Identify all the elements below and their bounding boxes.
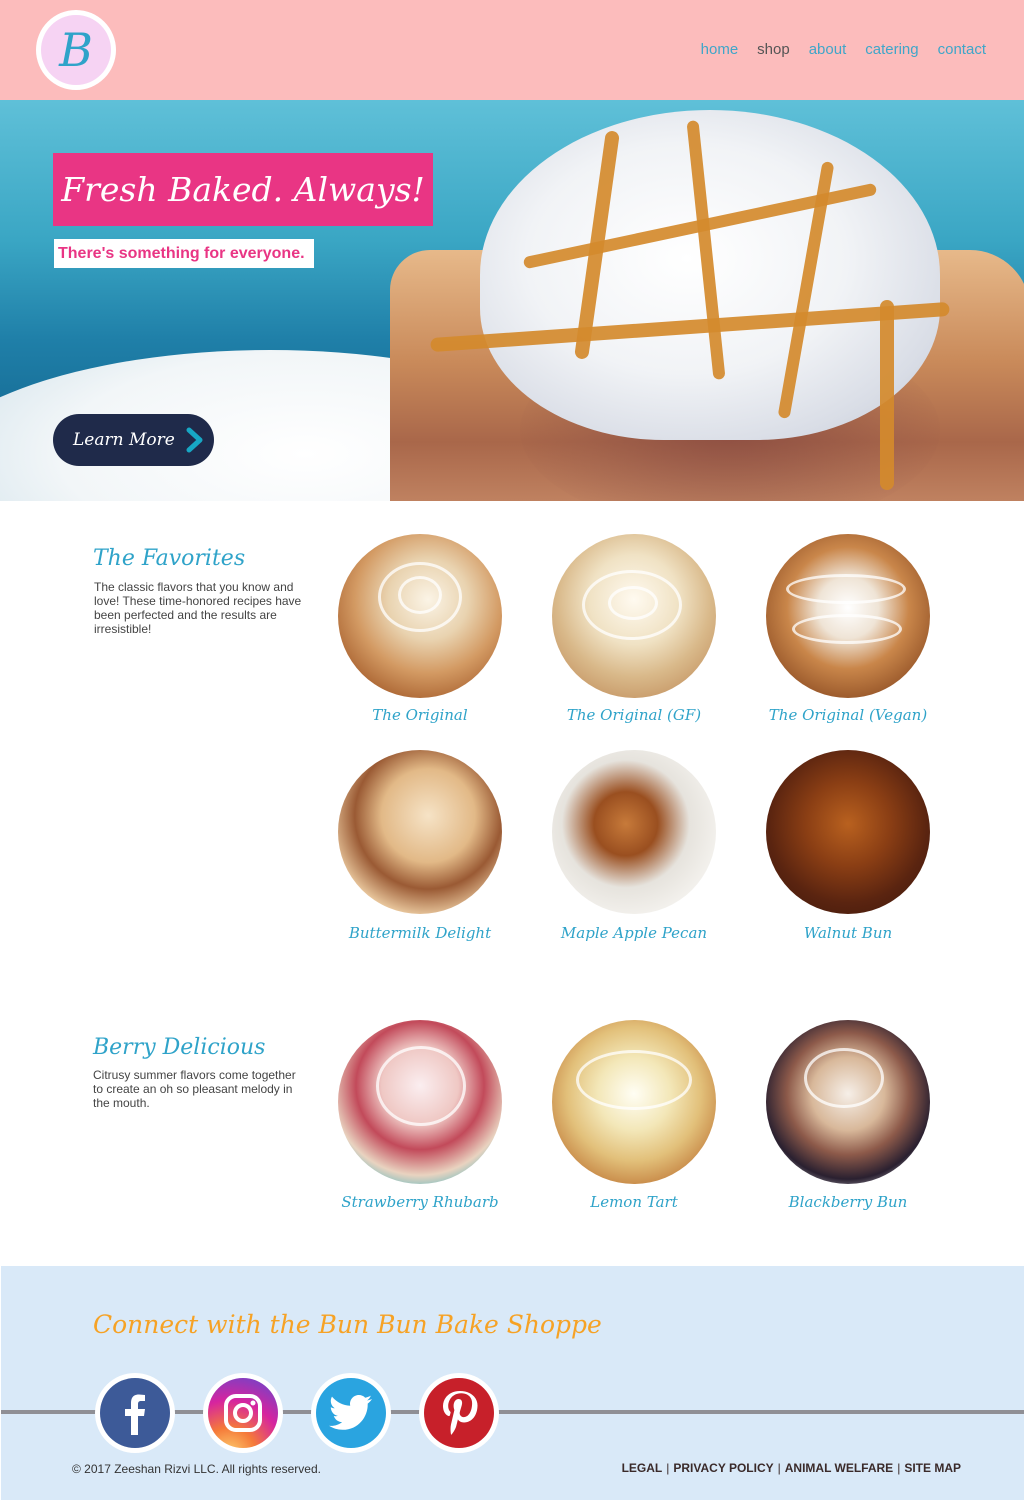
- product-card[interactable]: Strawberry Rhubarb: [320, 1020, 520, 1211]
- product-card[interactable]: The Original (Vegan): [748, 534, 948, 724]
- facebook-link[interactable]: [95, 1373, 175, 1453]
- product-card[interactable]: The Original: [320, 534, 520, 724]
- product-name[interactable]: Strawberry Rhubarb: [320, 1193, 520, 1211]
- logo-letter: B: [41, 15, 111, 85]
- product-card[interactable]: Walnut Bun: [748, 750, 948, 942]
- site-footer: Connect with the Bun Bun Bake Shoppe © 2…: [1, 1266, 1024, 1500]
- product-name[interactable]: Buttermilk Delight: [320, 924, 520, 942]
- nav-shop[interactable]: shop: [757, 41, 790, 58]
- nav-home[interactable]: home: [701, 41, 739, 58]
- logo[interactable]: B: [36, 10, 116, 90]
- learn-more-button[interactable]: Learn More: [53, 414, 214, 466]
- product-card[interactable]: Blackberry Bun: [748, 1020, 948, 1211]
- main-nav: home shop about catering contact: [701, 41, 986, 58]
- product-name[interactable]: Walnut Bun: [748, 924, 948, 942]
- product-card[interactable]: Lemon Tart: [534, 1020, 734, 1211]
- facebook-icon: [100, 1378, 170, 1448]
- product-photo[interactable]: [766, 750, 930, 914]
- product-photo[interactable]: [766, 534, 930, 698]
- product-photo[interactable]: [552, 750, 716, 914]
- product-name[interactable]: Lemon Tart: [534, 1193, 734, 1211]
- link-separator: |: [666, 1461, 670, 1475]
- product-name[interactable]: The Original: [320, 706, 520, 724]
- hero-banner: Fresh Baked. Always! There's something f…: [0, 100, 1024, 501]
- nav-about[interactable]: about: [809, 41, 847, 58]
- hero-subtitle-box: There's something for everyone.: [54, 239, 314, 268]
- product-card[interactable]: The Original (GF): [534, 534, 734, 724]
- link-separator: |: [777, 1461, 781, 1475]
- pinterest-icon: [424, 1378, 494, 1448]
- chevron-right-icon: [186, 427, 203, 453]
- legal-link[interactable]: LEGAL: [622, 1461, 663, 1475]
- learn-more-label: Learn More: [73, 430, 175, 450]
- product-photo[interactable]: [338, 1020, 502, 1184]
- instagram-link[interactable]: [203, 1373, 283, 1453]
- caramel-drizzle: [880, 300, 894, 490]
- product-photo[interactable]: [338, 750, 502, 914]
- product-name[interactable]: Blackberry Bun: [748, 1193, 948, 1211]
- product-card[interactable]: Buttermilk Delight: [320, 750, 520, 942]
- footer-links: LEGAL | PRIVACY POLICY | ANIMAL WELFARE …: [622, 1461, 961, 1475]
- link-separator: |: [897, 1461, 901, 1475]
- product-name[interactable]: Maple Apple Pecan: [534, 924, 734, 942]
- twitter-link[interactable]: [311, 1373, 391, 1453]
- berry-description: Citrusy summer flavors come together to …: [93, 1068, 296, 1110]
- product-photo[interactable]: [766, 1020, 930, 1184]
- site-map-link[interactable]: SITE MAP: [904, 1461, 961, 1475]
- product-name[interactable]: The Original (GF): [534, 706, 734, 724]
- hero-title: Fresh Baked. Always!: [61, 170, 425, 209]
- site-header: B home shop about catering contact: [0, 0, 1024, 100]
- berry-title: Berry Delicious: [93, 1035, 266, 1060]
- instagram-icon: [208, 1378, 278, 1448]
- hero-title-box: Fresh Baked. Always!: [53, 153, 433, 226]
- pinterest-link[interactable]: [419, 1373, 499, 1453]
- nav-catering[interactable]: catering: [865, 41, 918, 58]
- product-card[interactable]: Maple Apple Pecan: [534, 750, 734, 942]
- product-photo[interactable]: [552, 534, 716, 698]
- twitter-icon: [316, 1378, 386, 1448]
- favorites-title: The Favorites: [93, 546, 246, 571]
- nav-contact[interactable]: contact: [938, 41, 986, 58]
- product-photo[interactable]: [338, 534, 502, 698]
- hero-subtitle: There's something for everyone.: [58, 244, 305, 262]
- animal-welfare-link[interactable]: ANIMAL WELFARE: [785, 1461, 893, 1475]
- footer-title: Connect with the Bun Bun Bake Shoppe: [93, 1310, 602, 1339]
- copyright-text: © 2017 Zeeshan Rizvi LLC. All rights res…: [72, 1462, 321, 1476]
- product-name[interactable]: The Original (Vegan): [748, 706, 948, 724]
- favorites-description: The classic flavors that you know and lo…: [94, 580, 302, 636]
- privacy-policy-link[interactable]: PRIVACY POLICY: [673, 1461, 773, 1475]
- product-photo[interactable]: [552, 1020, 716, 1184]
